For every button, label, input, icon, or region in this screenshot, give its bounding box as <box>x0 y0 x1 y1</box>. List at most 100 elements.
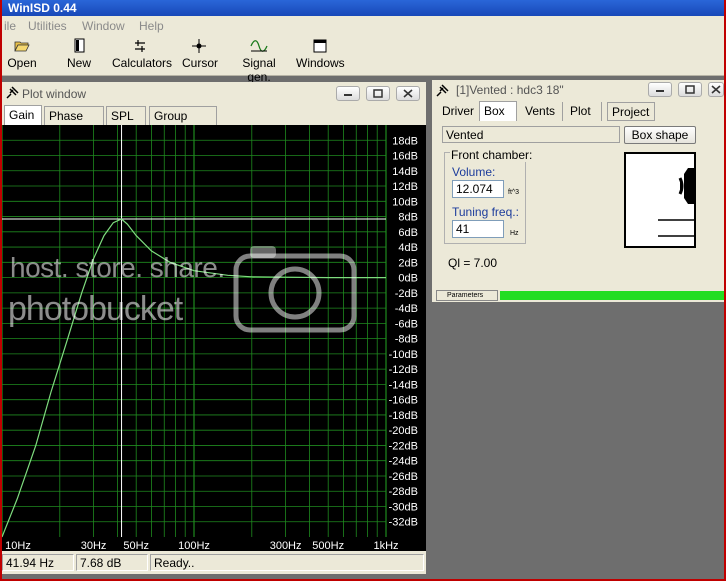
tuning-input[interactable]: 41 <box>452 220 504 238</box>
y-tick-label: -2dB <box>395 288 418 300</box>
cursor-label: Cursor <box>182 56 219 70</box>
front-chamber-label: Front chamber: <box>450 148 534 162</box>
new-button[interactable]: New <box>66 38 92 70</box>
tab-project[interactable]: Project <box>607 102 655 121</box>
app-title-bar: WinISD 0.44 <box>2 0 724 16</box>
y-tick-label: -12dB <box>389 364 418 376</box>
y-tick-label: -14dB <box>389 379 418 391</box>
windows-button[interactable]: Windows <box>296 38 345 70</box>
maximize-icon <box>373 89 383 98</box>
signal-gen-button[interactable]: Signal gen. <box>230 38 288 84</box>
minimize-icon <box>344 94 352 96</box>
menu-utilities[interactable]: Utilities <box>28 19 67 33</box>
y-tick-label: -28dB <box>389 486 418 498</box>
y-tick-label: -32dB <box>389 517 418 529</box>
close-button[interactable] <box>708 82 724 97</box>
close-icon <box>403 89 413 98</box>
close-icon <box>711 85 721 94</box>
minimize-button[interactable] <box>648 82 672 97</box>
maximize-button[interactable] <box>678 82 702 97</box>
tab-driver[interactable]: Driver <box>438 102 478 121</box>
windows-icon <box>313 39 327 53</box>
tab-plot[interactable]: Plot <box>566 102 602 121</box>
app-frame: WinISD 0.44 ile Utilities Window Help Op… <box>2 0 724 579</box>
tab-box[interactable]: Box <box>479 101 517 121</box>
y-tick-label: -16dB <box>389 395 418 407</box>
box-shape-button[interactable]: Box shape <box>624 126 696 144</box>
y-tick-label: -22dB <box>389 440 418 452</box>
x-tick-label: 500Hz <box>312 540 344 551</box>
y-tick-label: 16dB <box>392 151 418 163</box>
y-tick-label: 10dB <box>392 196 418 208</box>
close-button[interactable] <box>396 86 420 101</box>
box-type-select[interactable]: Vented <box>442 126 620 143</box>
status-gain: 7.68 dB <box>76 554 148 571</box>
menu-help[interactable]: Help <box>139 19 164 33</box>
y-tick-label: 4dB <box>398 242 418 254</box>
volume-input[interactable]: 12.074 <box>452 180 504 198</box>
plot-tabs: Gain Phase plot SPL Group delay <box>2 105 426 137</box>
parameters-tab[interactable]: Parameters <box>436 290 498 301</box>
calculators-button[interactable]: Calculators <box>112 38 172 70</box>
volume-unit: ft^3 <box>508 189 520 196</box>
menu-bar: ile Utilities Window Help <box>2 16 724 36</box>
menu-file[interactable]: ile <box>4 19 16 33</box>
new-label: New <box>66 56 91 70</box>
y-tick-label: 18dB <box>392 135 418 147</box>
x-tick-label: 300Hz <box>270 540 302 551</box>
gain-chart[interactable]: 18dB 16dB 14dB 12dB 10dB 8dB 6dB 4dB 2dB 0dB -2dB -… <box>2 125 426 551</box>
plot-window: Plot window Gain Phase plot SPL Group de… <box>2 82 426 574</box>
plot-status-bar: 41.94 Hz 7.68 dB Ready.. <box>2 552 426 572</box>
ql-value: Ql = 7.00 <box>448 256 498 270</box>
y-tick-label: 12dB <box>392 181 418 193</box>
menu-window[interactable]: Window <box>82 19 125 33</box>
x-tick-label: 30Hz <box>81 540 107 551</box>
y-tick-label: -4dB <box>395 303 418 315</box>
maximize-button[interactable] <box>366 86 390 101</box>
box-shape-preview-icon <box>624 152 696 248</box>
minimize-icon <box>656 90 664 92</box>
tab-gain[interactable]: Gain <box>4 105 42 125</box>
folder-open-icon <box>14 41 30 52</box>
minimize-button[interactable] <box>336 86 360 101</box>
maximize-icon <box>685 85 695 94</box>
x-tick-label: 100Hz <box>178 540 210 551</box>
parameters-progress <box>500 291 724 300</box>
y-tick-label: 8dB <box>398 212 418 224</box>
tab-spl[interactable]: SPL <box>106 106 146 125</box>
x-tick-label: 1kHz <box>373 540 398 551</box>
tuning-unit: Hz <box>510 230 519 237</box>
gain-plot[interactable]: 18dB 16dB 14dB 12dB 10dB 8dB 6dB 4dB 2dB 0dB -2dB -… <box>2 125 426 551</box>
y-tick-label: -26dB <box>389 471 418 483</box>
tab-phase-plot[interactable]: Phase plot <box>44 106 104 137</box>
progress-fill <box>500 291 724 300</box>
app-title: WinISD 0.44 <box>8 1 77 15</box>
y-tick-label: -24dB <box>389 456 418 468</box>
vented-window: [1]Vented : hdc3 18" Driver Box Vents Pl… <box>432 80 724 302</box>
x-tick-label: 50Hz <box>123 540 149 551</box>
y-tick-label: -6dB <box>395 318 418 330</box>
pin-icon <box>6 86 19 99</box>
x-tick-label: 10Hz <box>5 540 31 551</box>
vented-tabs: Driver Box Vents Plot Project <box>432 101 724 121</box>
cursor-button[interactable]: Cursor <box>182 38 219 70</box>
plot-window-title: Plot window <box>22 87 87 101</box>
y-tick-label: -20dB <box>389 425 418 437</box>
status-state: Ready.. <box>150 554 424 571</box>
windows-label: Windows <box>296 56 345 70</box>
y-tick-label: -8dB <box>395 334 418 346</box>
box-panel: Vented Box shape Front chamber: Volume: … <box>432 122 724 286</box>
y-tick-label: 6dB <box>398 227 418 239</box>
status-frequency: 41.94 Hz <box>2 554 74 571</box>
plot-window-title-bar[interactable]: Plot window <box>2 82 426 104</box>
volume-label: Volume: <box>452 165 496 179</box>
open-button[interactable]: Open <box>6 38 38 70</box>
tab-vents[interactable]: Vents <box>521 102 563 121</box>
vented-window-title: [1]Vented : hdc3 18" <box>456 83 564 97</box>
tuning-label: Tuning freq.: <box>452 205 519 219</box>
tab-group-delay[interactable]: Group delay <box>149 106 217 137</box>
vented-window-title-bar[interactable]: [1]Vented : hdc3 18" <box>432 80 724 102</box>
parameters-bar: Parameters <box>432 288 724 302</box>
calculators-label: Calculators <box>112 56 173 70</box>
open-label: Open <box>7 56 37 70</box>
